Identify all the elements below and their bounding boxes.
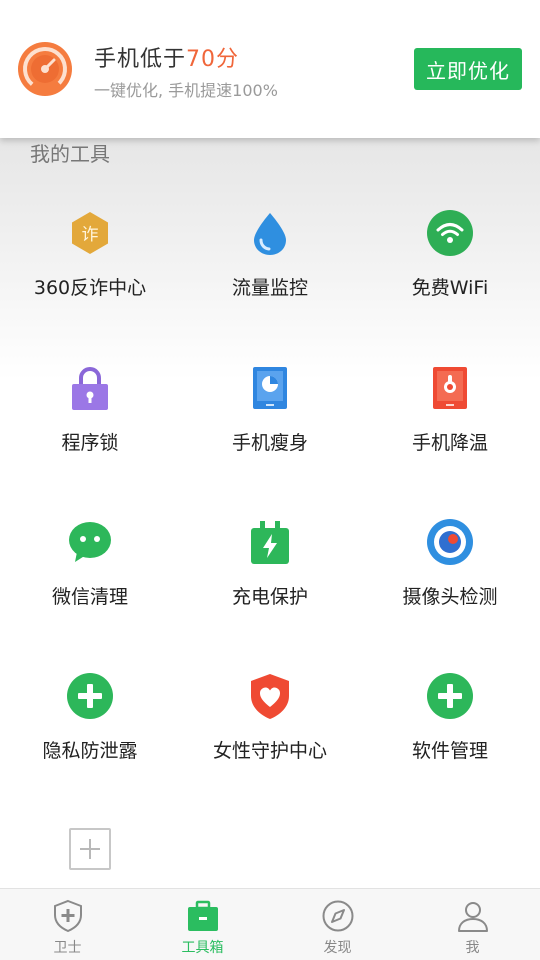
tool-label: 免费WiFi: [411, 277, 489, 299]
tool-anti-fraud[interactable]: 诈 360反诈中心: [0, 195, 180, 325]
score-title: 手机低于70分: [94, 41, 239, 73]
nav-me[interactable]: 我: [405, 889, 540, 960]
nav-toolbox[interactable]: 工具箱: [135, 889, 270, 960]
water-drop-icon: [254, 213, 286, 255]
score-value: 70分: [186, 47, 240, 72]
tool-label: 手机瘦身: [231, 432, 308, 454]
heart-shield-icon: [251, 674, 289, 719]
shield-icon: [53, 899, 82, 933]
wifi-icon: [427, 210, 473, 256]
nav-label: 发现: [323, 940, 352, 956]
tool-free-wifi[interactable]: 免费WiFi: [360, 195, 540, 325]
tool-label: 摄像头检测: [402, 586, 498, 608]
person-icon: [457, 902, 488, 932]
plus-circle-icon: [427, 673, 473, 719]
tool-phone-slim[interactable]: 手机瘦身: [180, 350, 360, 480]
tool-label: 流量监控: [231, 277, 308, 299]
tool-privacy-protect[interactable]: 隐私防泄露: [0, 658, 180, 788]
optimize-card: 手机低于70分 一键优化, 手机提速100% 立即优化: [0, 0, 540, 138]
nav-label: 我: [465, 940, 480, 956]
camera-icon: [427, 519, 473, 565]
tool-camera-check[interactable]: 摄像头检测: [360, 504, 540, 634]
tool-label: 充电保护: [231, 586, 308, 608]
score-subtitle: 一键优化, 手机提速100%: [94, 81, 278, 100]
tool-label: 手机降温: [411, 432, 488, 454]
wechat-icon: [69, 522, 111, 562]
tool-women-guard[interactable]: 女性守护中心: [180, 658, 360, 788]
plus-circle-icon: [67, 673, 113, 719]
tool-label: 程序锁: [61, 432, 119, 454]
tool-phone-cooling[interactable]: 手机降温: [360, 350, 540, 480]
tool-label: 微信清理: [51, 586, 128, 608]
tool-app-lock[interactable]: 程序锁: [0, 350, 180, 480]
bottom-nav: 卫士 工具箱 发现 我: [0, 888, 540, 960]
compass-icon: [322, 900, 353, 932]
tool-software-manage[interactable]: 软件管理: [360, 658, 540, 788]
tool-label: 隐私防泄露: [42, 740, 138, 762]
add-tool-button[interactable]: [69, 828, 111, 870]
tool-traffic-monitor[interactable]: 流量监控: [180, 195, 360, 325]
toolbox-icon: [187, 900, 218, 931]
section-title: 我的工具: [30, 142, 110, 166]
anti-fraud-icon: 诈: [72, 212, 108, 254]
nav-label: 卫士: [53, 940, 82, 956]
phone-slim-icon: [253, 367, 287, 409]
tool-charging-protect[interactable]: 充电保护: [180, 504, 360, 634]
tool-label: 360反诈中心: [33, 277, 147, 299]
nav-label: 工具箱: [181, 940, 224, 956]
nav-discover[interactable]: 发现: [270, 889, 405, 960]
thermometer-icon: [433, 367, 467, 409]
tool-wechat-clean[interactable]: 微信清理: [0, 504, 180, 634]
optimize-button[interactable]: 立即优化: [414, 48, 522, 90]
speedometer-icon: [18, 42, 72, 96]
score-title-prefix: 手机低于: [94, 47, 187, 72]
tool-label: 女性守护中心: [212, 740, 327, 762]
lock-icon: [72, 367, 108, 410]
nav-guard[interactable]: 卫士: [0, 889, 135, 960]
tool-label: 软件管理: [411, 740, 488, 762]
charging-icon: [251, 521, 289, 564]
svg-text:诈: 诈: [82, 225, 99, 245]
